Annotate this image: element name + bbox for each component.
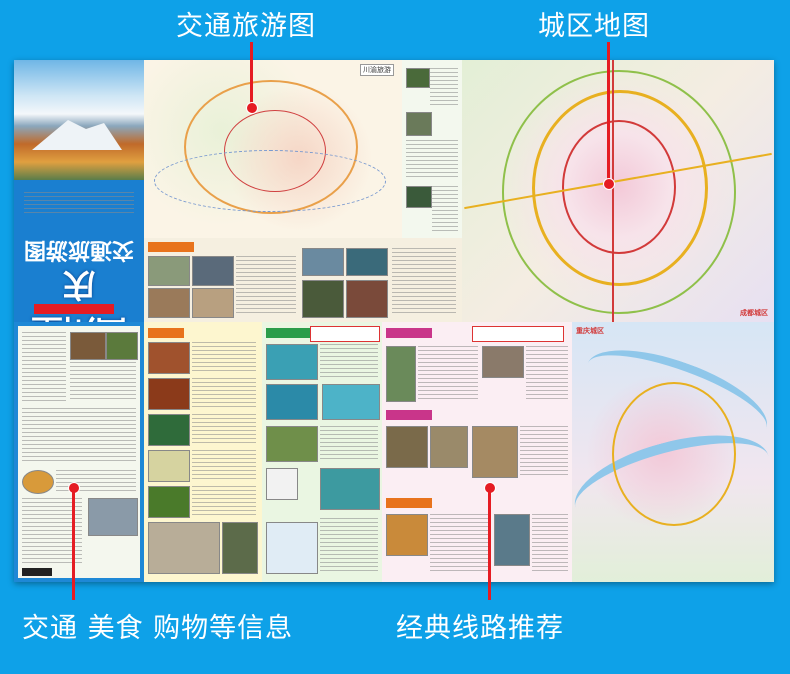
pointer-line-travel-map: [250, 42, 253, 106]
route-column-jiuzhai: [262, 322, 382, 582]
callout-routes: 经典线路推荐: [396, 613, 564, 644]
chengdu-city-map: 成都城区: [462, 60, 774, 322]
attractions-column: [144, 322, 262, 582]
callout-city-map: 城区地图: [538, 11, 650, 42]
info-panel: [14, 322, 144, 582]
chongqing-map-label: 重庆城区: [576, 327, 604, 335]
route-column-classic: [382, 322, 572, 582]
pointer-line-info: [72, 490, 75, 600]
pointer-line-city-map: [607, 42, 610, 182]
callout-info: 交通 美食 购物等信息: [22, 613, 294, 644]
cover-photo: [14, 60, 144, 180]
pointer-dot-travel-map: [246, 102, 258, 114]
province-map-title: 川渝旅游: [360, 64, 394, 76]
cover-badge: [34, 304, 114, 314]
chongqing-city-map: 重庆城区: [572, 322, 774, 582]
cover-panel: 交通旅游图 四川重庆: [14, 60, 144, 322]
yangtze-route-strip: [144, 238, 462, 322]
map-sheet: 交通旅游图 四川重庆: [14, 60, 774, 582]
pointer-dot-city-map: [603, 178, 615, 190]
photo-strip: [402, 60, 462, 238]
pointer-line-routes: [488, 490, 491, 600]
province-travel-map: 川渝旅游: [144, 60, 402, 238]
chengdu-map-label: 成都城区: [740, 309, 768, 317]
callout-travel-map: 交通旅游图: [176, 11, 316, 42]
